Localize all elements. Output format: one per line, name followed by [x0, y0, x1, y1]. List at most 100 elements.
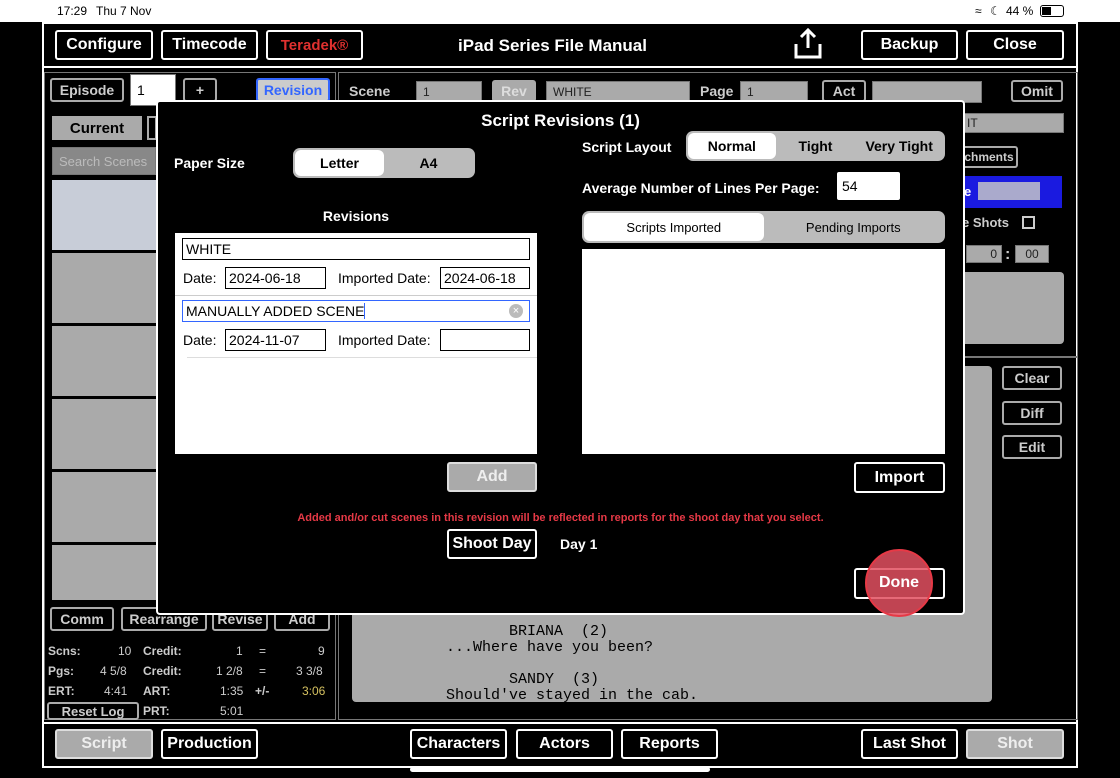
import-button[interactable]: Import	[854, 462, 945, 493]
shoot-day-button[interactable]: Shoot Day	[447, 529, 537, 559]
color-strip-field[interactable]	[978, 182, 1040, 200]
scene-list-item[interactable]: 5 (1)WHITEINT. RCUT WITHPages:1/8CrERT:0…	[52, 472, 156, 542]
revision-name-input[interactable]: MANUALLY ADDED SCENE ×	[182, 300, 530, 322]
layout-option-tight[interactable]: Tight	[776, 133, 856, 159]
tab-pending-imports[interactable]: Pending Imports	[764, 213, 944, 241]
revision-date-input[interactable]: 2024-11-07	[225, 329, 326, 351]
scene-list: 1 (1)WHITEINT. ART GALLERPages:3/8CrERT:…	[52, 180, 156, 600]
status-battery: 44 %	[1006, 4, 1034, 18]
scene-search-input[interactable]: Search Scenes	[52, 147, 156, 175]
footer-divider	[44, 722, 1076, 724]
script-tab[interactable]: Script	[55, 729, 153, 759]
shots-label: e Shots	[962, 215, 1009, 230]
revisions-list: WHITE Date: 2024-06-18 Imported Date: 20…	[175, 233, 537, 454]
scene-list-item[interactable]: 1 (1)WHITEINT. ART GALLERPages:3/8CrERT:…	[52, 180, 156, 250]
script-layout-label: Script Layout	[582, 139, 672, 155]
time-hours-input[interactable]: 0	[966, 245, 1002, 263]
revision-date-input[interactable]: 2024-06-18	[225, 267, 326, 289]
add-revision-button[interactable]: Add	[447, 462, 537, 492]
configure-button[interactable]: Configure	[55, 30, 153, 60]
scene-list-item[interactable]: 2 (1)WHITEINT. ART GALLERPages:5/8CrERT:…	[52, 253, 156, 323]
avg-lines-label: Average Number of Lines Per Page:	[582, 180, 820, 196]
credit-value-1: 1	[236, 644, 243, 658]
credit-label-2: Credit:	[143, 664, 182, 678]
diff-value: 3:06	[302, 684, 326, 698]
paper-option-letter[interactable]: Letter	[295, 150, 384, 176]
timecode-button[interactable]: Timecode	[161, 30, 258, 60]
scene-list-item[interactable]: 4 (1)WHITEINT. SANDY'S HOPages:1/8CrERT:…	[52, 399, 156, 469]
reports-tab[interactable]: Reports	[621, 729, 718, 759]
rev-button[interactable]: Rev	[492, 80, 536, 102]
revision-name-input[interactable]: WHITE	[182, 238, 530, 260]
scns-label: Scns:	[48, 644, 81, 658]
actors-tab[interactable]: Actors	[516, 729, 613, 759]
equals-1: =	[259, 644, 267, 658]
last-shot-button[interactable]: Last Shot	[861, 729, 958, 759]
production-tab[interactable]: Production	[161, 729, 258, 759]
avg-lines-input[interactable]: 54	[836, 171, 901, 201]
characters-tab[interactable]: Characters	[410, 729, 507, 759]
shoot-day-value: Day 1	[560, 536, 598, 552]
wifi-icon: ≈	[975, 4, 982, 18]
layout-option-normal[interactable]: Normal	[688, 133, 776, 159]
paper-size-label: Paper Size	[174, 155, 245, 171]
imports-list[interactable]	[582, 249, 945, 454]
status-time: 17:29	[57, 4, 88, 18]
revision-imported-input[interactable]	[440, 329, 530, 351]
add-episode-button[interactable]: +	[183, 78, 217, 102]
battery-icon	[1040, 5, 1064, 17]
act-button[interactable]: Act	[822, 80, 866, 102]
ert-label: ERT:	[48, 684, 75, 698]
scns-value: 10	[118, 644, 132, 658]
color-strip-label: e	[964, 184, 972, 199]
revision-imported-input[interactable]: 2024-06-18	[440, 267, 530, 289]
status-bar: 17:29 Thu 7 Nov ≈ ☾ 44 %	[0, 0, 1120, 22]
app-title: iPad Series File Manual	[458, 36, 647, 55]
teradek-button[interactable]: Teradek®	[266, 30, 363, 60]
int-ext-input[interactable]: IT	[960, 113, 1064, 133]
episode-button[interactable]: Episode	[50, 78, 124, 102]
credit-total-1: 9	[318, 644, 325, 658]
imports-tab-control: Scripts Imported Pending Imports	[582, 211, 945, 243]
close-button[interactable]: Close	[966, 30, 1064, 60]
revisions-heading: Revisions	[322, 208, 390, 224]
scene-list-item[interactable]: 3 (1)WHITEINT. DRESS SHOPPages:5/8CrERT:…	[52, 326, 156, 396]
revision-date-label: Date:	[183, 332, 217, 348]
shot-button[interactable]: Shot	[966, 729, 1064, 759]
share-icon[interactable]	[790, 26, 826, 62]
edit-button[interactable]: Edit	[1002, 435, 1062, 459]
art-label: ART:	[143, 684, 171, 698]
clear-button[interactable]: Clear	[1002, 366, 1062, 390]
time-minutes-input[interactable]: 00	[1015, 245, 1049, 263]
tab-current[interactable]: Current	[52, 116, 142, 140]
notes-box[interactable]	[960, 272, 1064, 344]
plus-minus-label: +/-	[255, 684, 270, 698]
omit-button[interactable]: Omit	[1011, 80, 1063, 102]
text-cursor	[364, 303, 366, 319]
revision-imported-label: Imported Date:	[338, 270, 431, 286]
backup-button[interactable]: Backup	[861, 30, 958, 60]
layout-option-very-tight[interactable]: Very Tight	[855, 133, 943, 159]
prt-value: 5:01	[220, 704, 244, 718]
revision-imported-label: Imported Date:	[338, 332, 431, 348]
revision-separator	[175, 295, 537, 296]
shots-checkbox[interactable]	[1022, 216, 1035, 229]
reset-log-button[interactable]: Reset Log	[47, 702, 139, 720]
clear-text-icon[interactable]: ×	[509, 304, 523, 318]
revision-button[interactable]: Revision	[256, 78, 330, 102]
credit-label-1: Credit:	[143, 644, 182, 658]
comm-button[interactable]: Comm	[50, 607, 114, 631]
time-separator: :	[1005, 246, 1011, 263]
revision-separator	[187, 357, 537, 358]
right-divider	[960, 356, 1078, 358]
attachments-button[interactable]: chments	[960, 146, 1018, 168]
credit-value-2: 1 2/8	[216, 664, 243, 678]
header-divider	[44, 66, 1076, 68]
done-button[interactable]: Done	[865, 549, 933, 617]
revision-date-label: Date:	[183, 270, 217, 286]
diff-button[interactable]: Diff	[1002, 401, 1062, 425]
scene-list-item[interactable]: 6 (1)WHITEINT. ART GALLERPages:4/8Cr	[52, 545, 156, 600]
credit-total-2: 3 3/8	[296, 664, 323, 678]
tab-scripts-imported[interactable]: Scripts Imported	[584, 213, 764, 241]
paper-option-a4[interactable]: A4	[384, 150, 473, 176]
